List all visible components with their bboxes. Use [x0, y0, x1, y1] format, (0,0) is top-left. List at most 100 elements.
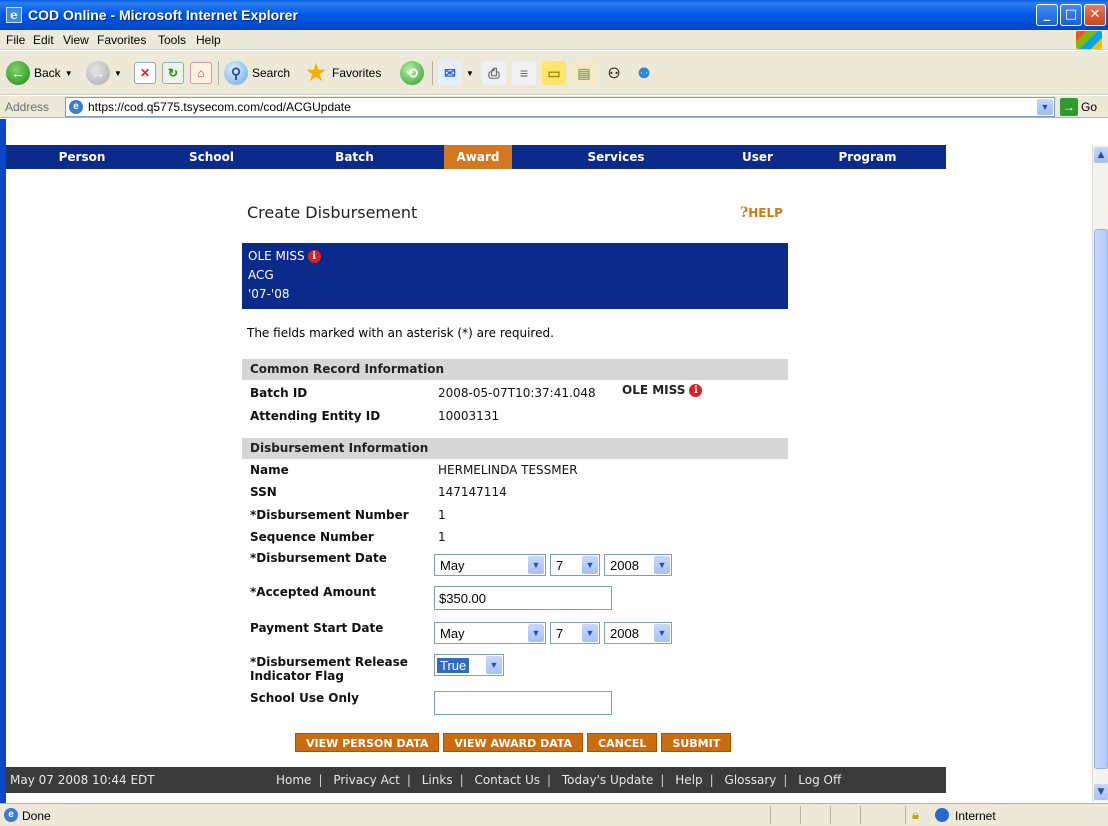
name-value: HERMELINDA TESSMER [438, 463, 578, 477]
accepted-amount-label: *Accepted Amount [250, 585, 377, 599]
address-label: Address [5, 100, 50, 114]
page-icon: e [69, 100, 83, 114]
entity-id-value: 10003131 [438, 409, 500, 423]
disbursement-date-label: *Disbursement Date [250, 551, 387, 565]
history-button[interactable]: ⟲ [400, 59, 424, 87]
required-fields-note: The fields marked with an asterisk (*) a… [247, 326, 554, 340]
go-button[interactable]: → Go [1060, 97, 1097, 117]
go-label: Go [1081, 100, 1098, 114]
school-use-input[interactable] [434, 691, 612, 715]
refresh-button[interactable]: ↻ [162, 59, 184, 87]
disbursement-year-select[interactable]: 2008 ▼ [604, 554, 672, 576]
cancel-button[interactable]: CANCEL [587, 733, 658, 752]
menu-favorites[interactable]: Favorites [97, 33, 146, 47]
edit-button[interactable]: ≡ [512, 59, 536, 87]
help-icon: ? [740, 205, 749, 221]
back-arrow-icon: ← [6, 61, 30, 85]
footer-link-privacy[interactable]: Privacy Act [333, 773, 400, 787]
menu-help[interactable]: Help [196, 33, 221, 47]
ssn-label: SSN [250, 485, 277, 499]
footer-link-home[interactable]: Home [276, 773, 311, 787]
nav-person[interactable]: Person [6, 145, 158, 169]
chevron-down-icon: ▼ [582, 624, 598, 642]
favorites-button[interactable]: ★ Favorites [304, 59, 381, 87]
page-footer: May 07 2008 10:44 EDT Home | Privacy Act |… [6, 767, 946, 793]
disbursement-number-label: *Disbursement Number [250, 508, 409, 522]
stop-button[interactable]: ✕ [134, 59, 156, 87]
footer-link-logoff[interactable]: Log Off [798, 773, 841, 787]
contacts-button[interactable]: ⚉ [632, 59, 656, 87]
view-award-data-button[interactable]: VIEW AWARD DATA [443, 733, 584, 752]
search-label: Search [252, 66, 291, 80]
release-flag-label-line2: Indicator Flag [250, 669, 344, 683]
research-icon: ▤ [572, 61, 596, 85]
messenger-button[interactable]: ⚇ [602, 59, 626, 87]
status-bar: e Done 🔒︎ Internet [0, 803, 1108, 826]
batch-id-label: Batch ID [250, 386, 308, 400]
disbursement-info-title: Disbursement Information [250, 441, 429, 455]
menu-file[interactable]: File [6, 33, 25, 47]
chevron-down-icon[interactable]: ▼ [1037, 99, 1053, 115]
nav-services[interactable]: Services [512, 145, 720, 169]
payment-month-select[interactable]: May ▼ [434, 622, 546, 644]
main-nav: Person School Batch Award Services User … [6, 145, 946, 169]
info-icon[interactable]: i [689, 384, 703, 397]
payment-year-select[interactable]: 2008 ▼ [604, 622, 672, 644]
print-button[interactable]: ⎙ [482, 59, 506, 87]
back-button[interactable]: ← Back ▼ [6, 59, 73, 87]
nav-batch[interactable]: Batch [265, 145, 444, 169]
view-person-data-button[interactable]: VIEW PERSON DATA [295, 733, 440, 752]
nav-program[interactable]: Program [795, 145, 940, 169]
scroll-thumb[interactable] [1094, 229, 1108, 769]
home-button[interactable]: ⌂ [190, 59, 212, 87]
submit-button[interactable]: SUBMIT [661, 733, 732, 752]
window-title: COD Online - Microsoft Internet Explorer [28, 7, 298, 23]
footer-link-links[interactable]: Links [422, 773, 453, 787]
disbursement-number-value: 1 [438, 508, 446, 522]
page-viewport: Person School Batch Award Services User … [0, 119, 1092, 803]
dropdown-arrow-icon: ▼ [64, 68, 73, 78]
search-button[interactable]: ⚲ Search [224, 59, 290, 87]
mail-button[interactable]: ✉ ▼ [438, 59, 474, 87]
close-button[interactable]: ✕ [1084, 4, 1106, 26]
footer-link-contact[interactable]: Contact Us [474, 773, 540, 787]
footer-link-glossary[interactable]: Glossary [725, 773, 777, 787]
disbursement-month-select[interactable]: May ▼ [434, 554, 546, 576]
note-icon: ▭ [542, 61, 566, 85]
help-link[interactable]: ?HELP [740, 205, 783, 221]
maximize-button[interactable]: □ [1060, 4, 1082, 26]
dropdown-arrow-icon: ▼ [466, 68, 474, 78]
forward-button[interactable]: → ▼ [86, 59, 122, 87]
disbursement-info-header: Disbursement Information [242, 438, 788, 459]
menu-edit[interactable]: Edit [33, 33, 54, 47]
school-name: OLE MISS [248, 249, 305, 263]
action-buttons: VIEW PERSON DATA VIEW AWARD DATA CANCEL … [295, 733, 732, 752]
accepted-amount-input[interactable]: $350.00 [434, 586, 612, 610]
windows-logo-icon [1076, 31, 1102, 49]
research-button[interactable]: ▤ [572, 59, 596, 87]
page-title: Create Disbursement [247, 203, 418, 222]
disbursement-day-select[interactable]: 7 ▼ [550, 554, 600, 576]
page-icon: e [4, 808, 18, 822]
nav-school[interactable]: School [158, 145, 265, 169]
payment-day-select[interactable]: 7 ▼ [550, 622, 600, 644]
release-flag-select[interactable]: True ▼ [434, 654, 504, 676]
scroll-down-icon[interactable]: ▼ [1094, 784, 1108, 800]
footer-links: Home | Privacy Act | Links | Contact Us | To… [276, 773, 842, 787]
vertical-scrollbar[interactable]: ▲ ▼ [1092, 145, 1108, 802]
common-record-title: Common Record Information [250, 362, 445, 376]
info-icon[interactable]: i [307, 250, 321, 263]
footer-link-help[interactable]: Help [675, 773, 702, 787]
lock-icon: 🔒︎ [912, 807, 919, 822]
common-record-school: OLE MISS i [622, 380, 703, 401]
menu-tools[interactable]: Tools [158, 33, 186, 47]
nav-user[interactable]: User [720, 145, 795, 169]
menu-view[interactable]: View [63, 33, 89, 47]
address-input[interactable]: e https://cod.q5775.tsysecom.com/cod/ACG… [65, 97, 1055, 117]
nav-award[interactable]: Award [444, 145, 512, 169]
scroll-up-icon[interactable]: ▲ [1094, 147, 1108, 163]
home-icon: ⌂ [190, 62, 212, 84]
footer-link-todays-update[interactable]: Today's Update [562, 773, 654, 787]
discuss-button[interactable]: ▭ [542, 59, 566, 87]
minimize-button[interactable]: _ [1036, 4, 1058, 26]
